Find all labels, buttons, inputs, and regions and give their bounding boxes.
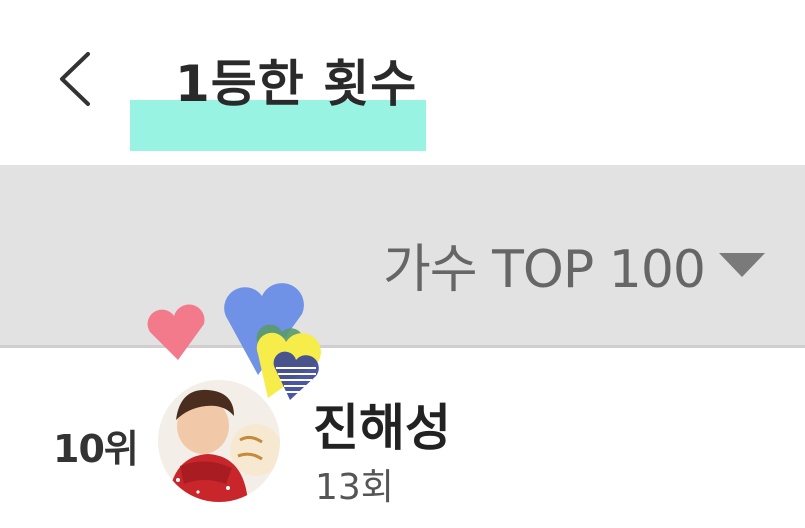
page-title: 1등한 횟수 bbox=[175, 55, 418, 113]
filter-bar: 가수 TOP 100 bbox=[0, 165, 805, 345]
first-place-count: 13회 bbox=[315, 467, 394, 508]
chevron-left-icon bbox=[60, 52, 90, 106]
heart-stickers bbox=[147, 283, 321, 400]
artist-name: 진해성 bbox=[313, 399, 451, 457]
ranking-row[interactable]: 10위 진해성 13회 bbox=[0, 348, 805, 528]
rank-label: 10위 bbox=[53, 427, 139, 471]
dropdown-label: 가수 TOP 100 bbox=[382, 240, 706, 300]
heart-pink-icon bbox=[147, 304, 205, 360]
back-button[interactable] bbox=[50, 48, 100, 110]
chart-type-dropdown[interactable]: 가수 TOP 100 bbox=[383, 227, 765, 302]
caret-down-icon bbox=[719, 252, 765, 277]
app-header: 1등한 횟수 bbox=[0, 0, 805, 165]
